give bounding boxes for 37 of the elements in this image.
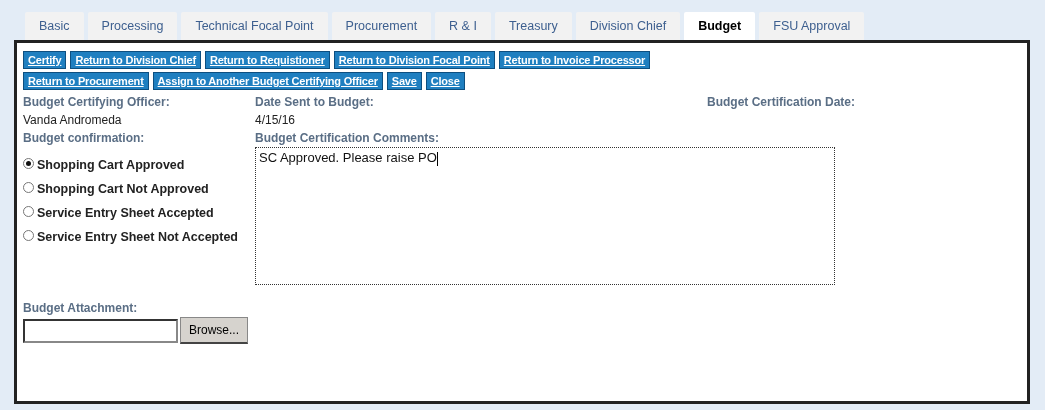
radio-option[interactable]: Shopping Cart Approved (23, 157, 251, 173)
tab[interactable]: Budget (684, 12, 756, 40)
field-value: Vanda Andromeda (23, 112, 123, 129)
action-button[interactable]: Save (386, 72, 422, 90)
radio-option[interactable]: Shopping Cart Not Approved (23, 181, 251, 197)
field-value: 4/15/16 (255, 112, 297, 129)
action-button[interactable]: Assign to Another Budget Certifying Officer (152, 72, 383, 90)
browse-button[interactable]: Browse... (180, 317, 248, 344)
radio-icon[interactable] (23, 182, 34, 193)
action-button[interactable]: Return to Invoice Processor (498, 51, 651, 69)
tab[interactable]: Treasury (494, 12, 572, 40)
field-label: Budget Certification Date: (707, 94, 855, 111)
field-label: Budget Certifying Officer: (23, 94, 171, 111)
comments-field[interactable]: SC Approved. Please raise PO (255, 147, 835, 285)
action-button[interactable]: Close (425, 72, 465, 90)
field-label: Budget Certification Comments: (255, 130, 440, 147)
action-button[interactable]: Return to Division Chief (70, 51, 201, 69)
action-button[interactable]: Return to Division Focal Point (333, 51, 495, 69)
tab[interactable]: Processing (87, 12, 178, 40)
tab[interactable]: Division Chief (575, 12, 681, 40)
tab[interactable]: FSU Approval (759, 12, 865, 40)
field-label: Date Sent to Budget: (255, 94, 374, 111)
radio-icon[interactable] (23, 206, 34, 217)
action-button[interactable]: Return to Procurement (23, 72, 149, 90)
action-button[interactable]: Certify (23, 51, 67, 69)
file-path-field[interactable] (23, 319, 178, 343)
tab[interactable]: Technical Focal Point (181, 12, 328, 40)
radio-option[interactable]: Service Entry Sheet Not Accepted (23, 229, 251, 245)
tab[interactable]: Procurement (331, 12, 432, 40)
action-button[interactable]: Return to Requistioner (204, 51, 330, 69)
field-label: Budget Attachment: (23, 300, 139, 317)
radio-icon[interactable] (23, 230, 34, 241)
radio-icon[interactable] (23, 158, 34, 169)
radio-option[interactable]: Service Entry Sheet Accepted (23, 205, 251, 221)
tab[interactable]: R & I (435, 12, 491, 40)
field-label: Budget confirmation: (23, 130, 146, 147)
tab[interactable]: Basic (25, 12, 84, 40)
